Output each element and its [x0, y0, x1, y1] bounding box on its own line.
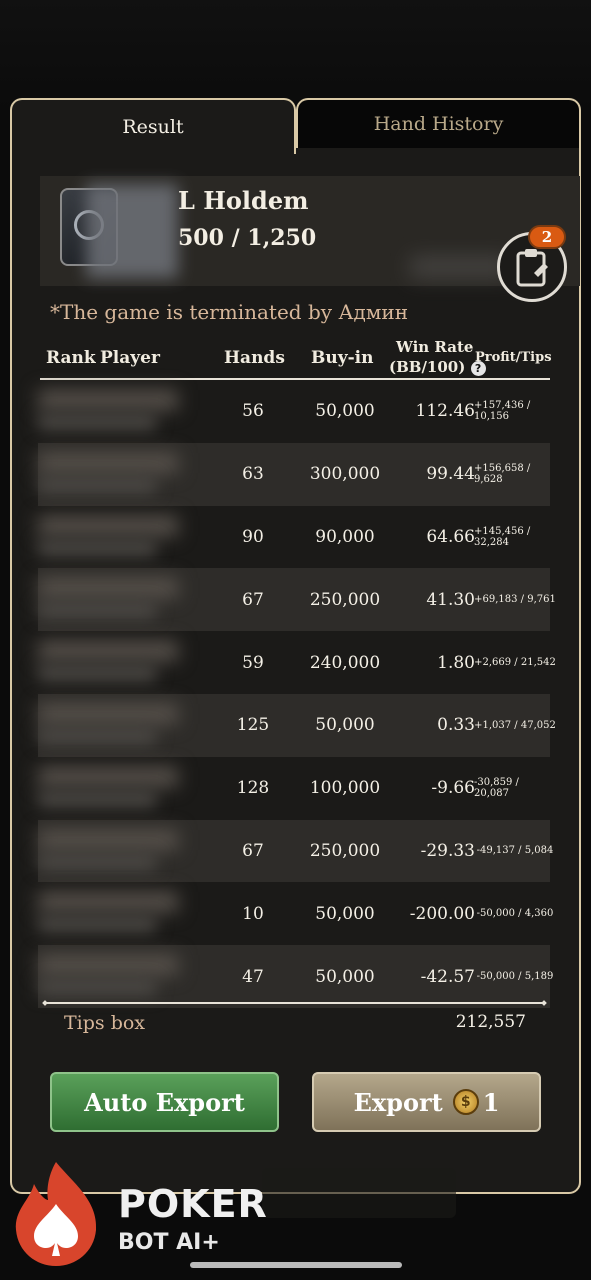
tab-hand-history[interactable]: Hand History	[296, 98, 581, 148]
table-row[interactable]: 63 300,000 99.44 +156,658 / 9,628	[38, 442, 550, 506]
col-header-winrate: Win Rate	[396, 338, 474, 356]
redacted-player	[38, 955, 208, 999]
game-name: L Holdem	[178, 186, 309, 215]
cell-hands: 10	[242, 903, 264, 924]
table-row[interactable]: 128 100,000 -9.66 -30,859 / 20,087	[38, 757, 550, 820]
redacted-player	[38, 390, 208, 434]
cell-buyin: 250,000	[309, 840, 381, 861]
cell-hands: 47	[242, 966, 264, 987]
coin-icon: $	[452, 1089, 479, 1115]
col-header-winrate-unit: (BB/100) ?	[389, 358, 486, 376]
cell-winrate: -29.33	[420, 840, 475, 861]
tab-result-label: Result	[122, 116, 184, 138]
col-header-hands: Hands	[224, 348, 285, 368]
redacted-player	[38, 829, 208, 874]
table-row[interactable]: 59 240,000 1.80 +2,669 / 21,542	[38, 631, 556, 694]
table-row[interactable]: 47 50,000 -42.57 -50,000 / 5,189	[38, 945, 553, 1008]
export-button[interactable]: Export $ 1	[312, 1072, 541, 1132]
table-bottom-divider	[44, 1002, 546, 1004]
redacted-player	[38, 703, 208, 748]
cell-profit-tips: -30,859 / 20,087	[474, 777, 519, 800]
cell-winrate: 0.33	[437, 715, 475, 736]
cell-buyin: 250,000	[309, 589, 381, 610]
cell-winrate: 99.44	[426, 464, 475, 485]
cell-buyin: 50,000	[315, 401, 375, 422]
redacted-text	[410, 256, 510, 278]
winrate-unit-label: (BB/100)	[389, 358, 466, 376]
top-background	[0, 0, 591, 110]
cell-hands: 59	[242, 652, 264, 673]
game-blinds: 500 / 1,250	[178, 225, 317, 251]
cell-hands: 67	[242, 840, 264, 861]
redacted-game-title	[86, 184, 178, 278]
home-indicator[interactable]	[190, 1262, 402, 1268]
cell-profit-tips: +69,183 / 9,761	[474, 594, 556, 606]
auto-export-label: Auto Export	[84, 1087, 245, 1117]
table-row[interactable]: 10 50,000 -200.00 -50,000 / 4,360	[38, 882, 553, 945]
redacted-player	[38, 766, 208, 811]
cell-hands: 63	[242, 464, 264, 485]
redacted-player	[38, 892, 208, 936]
cell-buyin: 100,000	[309, 778, 381, 799]
cell-profit-tips: +145,456 / 32,284	[474, 525, 531, 548]
cell-buyin: 50,000	[315, 903, 375, 924]
cell-winrate: 112.46	[415, 401, 475, 422]
cell-profit-tips: +157,436 / 10,156	[474, 400, 531, 423]
cell-winrate: 1.80	[437, 652, 475, 673]
cell-profit-tips: +2,669 / 21,542	[474, 657, 556, 669]
cell-buyin: 50,000	[315, 715, 375, 736]
clipboard-icon	[516, 249, 548, 287]
redacted-player	[38, 641, 208, 685]
notification-badge: 2	[528, 225, 566, 249]
termination-notice: *The game is terminated by Админ	[50, 300, 409, 324]
table-row[interactable]: 67 250,000 -29.33 -49,137 / 5,084	[38, 819, 553, 883]
cell-hands: 125	[236, 715, 270, 736]
watermark-poker: POKER	[118, 1182, 268, 1226]
redacted-player	[38, 578, 208, 622]
cell-buyin: 90,000	[315, 526, 375, 547]
cell-hands: 90	[242, 526, 264, 547]
tab-hand-history-label: Hand History	[373, 113, 504, 135]
tips-box-label: Tips box	[64, 1012, 146, 1034]
cell-buyin: 240,000	[309, 652, 381, 673]
redacted-player	[38, 452, 208, 497]
col-header-player: Player	[100, 348, 160, 368]
table-row[interactable]: 67 250,000 41.30 +69,183 / 9,761	[38, 568, 556, 632]
cell-hands: 56	[242, 401, 264, 422]
table-row[interactable]: 90 90,000 64.66 +145,456 / 32,284	[38, 506, 550, 569]
export-cost: 1	[482, 1087, 500, 1117]
table-row[interactable]: 56 50,000 112.46 +157,436 / 10,156	[38, 380, 550, 443]
watermark-bot-ai: BOT AI+	[118, 1230, 220, 1255]
cell-hands: 128	[236, 778, 270, 799]
cell-hands: 67	[242, 589, 264, 610]
cell-profit-tips: +1,037 / 47,052	[474, 719, 556, 731]
auto-export-button[interactable]: Auto Export	[50, 1072, 279, 1132]
cell-profit-tips: -50,000 / 4,360	[476, 908, 554, 920]
background-bar	[262, 1168, 456, 1218]
cell-winrate: 41.30	[426, 589, 475, 610]
cell-buyin: 300,000	[309, 464, 381, 485]
table-row[interactable]: 125 50,000 0.33 +1,037 / 47,052	[38, 693, 556, 757]
flame-spade-logo-icon	[15, 1162, 97, 1266]
results-table: 56 50,000 112.46 +157,436 / 10,156 63 30…	[38, 380, 556, 1008]
col-header-profit-tips: Profit/Tips	[475, 350, 552, 365]
cell-profit-tips: -49,137 / 5,084	[476, 845, 554, 857]
cell-buyin: 50,000	[315, 966, 375, 987]
col-header-buyin: Buy-in	[311, 348, 374, 368]
col-header-rank: Rank	[46, 348, 96, 368]
redacted-player	[38, 515, 208, 560]
cell-winrate: -42.57	[420, 966, 475, 987]
cell-winrate: -200.00	[409, 903, 475, 924]
tips-box-value: 212,557	[455, 1012, 526, 1032]
cell-winrate: -9.66	[431, 778, 475, 799]
export-label: Export	[353, 1087, 443, 1117]
cell-winrate: 64.66	[426, 526, 475, 547]
tab-result[interactable]: Result	[10, 98, 296, 154]
cell-profit-tips: +156,658 / 9,628	[474, 463, 531, 486]
cell-profit-tips: -50,000 / 5,189	[476, 971, 554, 983]
